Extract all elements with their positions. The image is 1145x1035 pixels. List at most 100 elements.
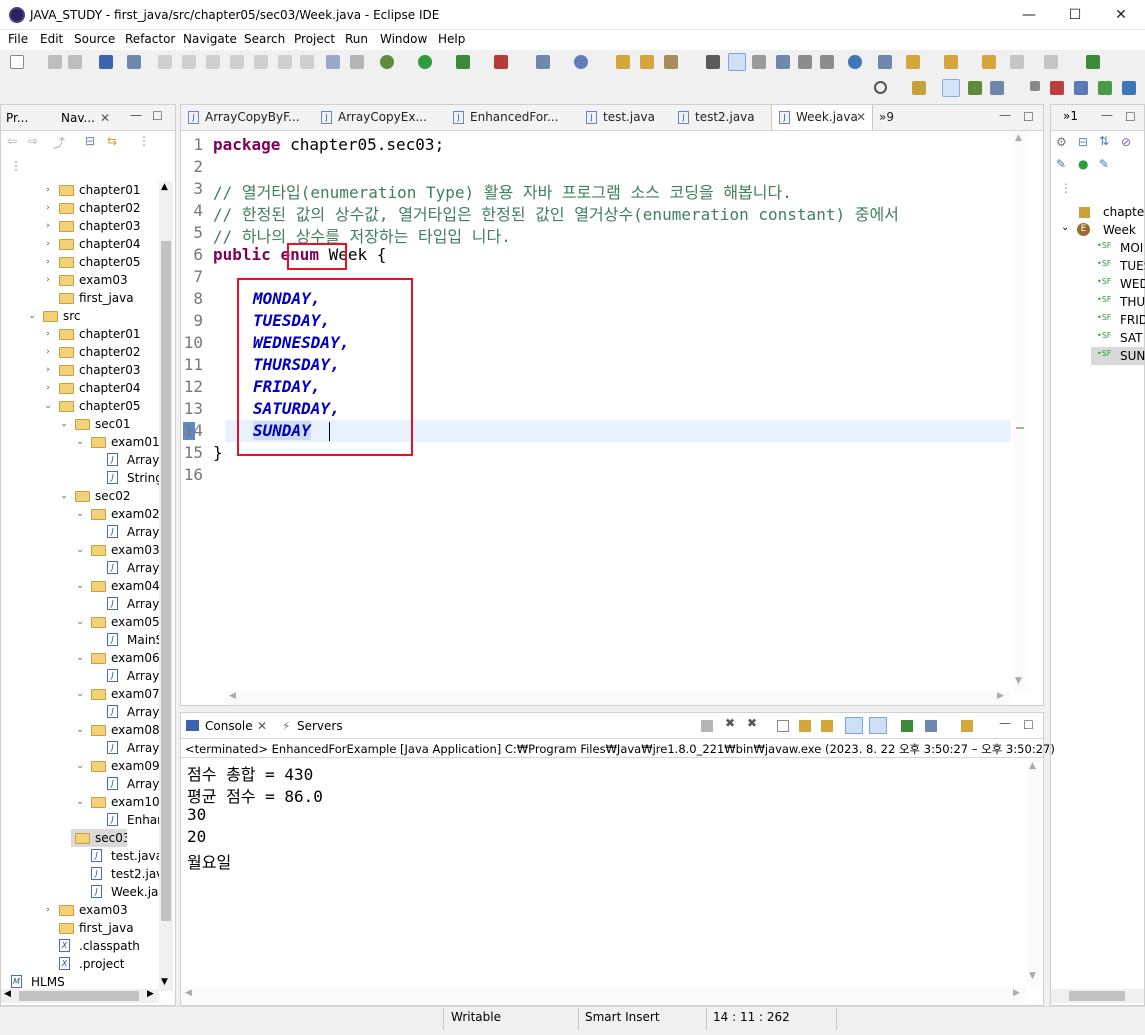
tree-item[interactable]: Jtest.java xyxy=(1,847,161,865)
tree-item[interactable]: ⌄ exam04 xyxy=(1,577,161,595)
menu-file[interactable]: File xyxy=(8,32,28,46)
expand-arrow-icon[interactable]: › xyxy=(43,181,53,199)
expand-arrow-icon[interactable]: › xyxy=(43,253,53,271)
step-return-icon[interactable] xyxy=(278,55,292,69)
pin-console-icon[interactable] xyxy=(901,720,913,732)
tree-item[interactable]: J ArrayC xyxy=(1,739,161,757)
outline-constant[interactable]: •SF MOI xyxy=(1051,239,1144,257)
outline-constant[interactable]: •SF THU xyxy=(1051,293,1145,311)
new-java-package-icon[interactable] xyxy=(574,55,588,69)
menu-refactor[interactable]: Refactor xyxy=(125,32,175,46)
save-icon[interactable] xyxy=(48,55,62,69)
outline-overflow-tab[interactable]: »1 xyxy=(1063,109,1078,123)
view-menu-icon[interactable] xyxy=(1050,81,1064,95)
view-menu-outline-icon[interactable]: ⋮ xyxy=(1060,181,1072,195)
debug-perspective-icon[interactable] xyxy=(968,81,982,95)
scroll-right-arrow-icon[interactable]: ▶ xyxy=(997,691,1004,701)
drop-frame-icon[interactable] xyxy=(300,55,314,69)
search-toolbar-icon[interactable] xyxy=(664,55,678,69)
tab-console[interactable]: Console xyxy=(205,719,253,733)
editor-tab[interactable]: Jtest.java xyxy=(579,105,671,129)
navigator-horizontal-scrollbar[interactable]: ◀ ▶ xyxy=(1,989,159,1003)
focus-icon[interactable]: ⚙ xyxy=(1056,135,1067,149)
debug-icon[interactable] xyxy=(380,55,394,69)
tree-item[interactable]: ⌄ src xyxy=(1,307,161,325)
maximize-console-icon[interactable]: ☐ xyxy=(1023,718,1034,732)
menu-project[interactable]: Project xyxy=(294,32,335,46)
toggle-mark-occurrences-icon[interactable] xyxy=(706,55,720,69)
tree-item[interactable]: X .project xyxy=(1,955,161,973)
table-icon[interactable] xyxy=(1122,81,1136,95)
open-console-icon[interactable] xyxy=(1086,55,1100,69)
close-icon[interactable]: ✕ xyxy=(856,105,866,129)
tree-item[interactable]: J ArrayC xyxy=(1,451,161,469)
hide-nonpublic-icon[interactable]: ● xyxy=(1078,157,1088,171)
show-stdout-icon[interactable] xyxy=(845,717,863,734)
tree-item[interactable]: ⌄ exam03 xyxy=(1,541,161,559)
word-wrap-icon[interactable] xyxy=(821,720,833,732)
expand-arrow-icon[interactable]: ⌄ xyxy=(59,415,69,433)
last-edit-icon[interactable] xyxy=(944,55,958,69)
new-java-project-icon[interactable] xyxy=(536,55,550,69)
expand-arrow-icon[interactable]: › xyxy=(43,901,53,919)
show-stderr-icon[interactable] xyxy=(869,717,887,734)
minimize-editor-icon[interactable]: — xyxy=(999,108,1011,122)
menu-edit[interactable]: Edit xyxy=(40,32,63,46)
outline-constant[interactable]: •SF TUES xyxy=(1051,257,1145,275)
display-console-icon[interactable] xyxy=(925,720,937,732)
remove-launch-icon[interactable]: ✖ xyxy=(725,716,735,730)
tree-item[interactable]: ⌄ sec01 xyxy=(1,415,161,433)
open-console-dropdown-icon[interactable] xyxy=(961,720,973,732)
tree-item[interactable]: ⌄ exam01 xyxy=(1,433,161,451)
minimize-outline-icon[interactable]: — xyxy=(1101,108,1113,122)
up-nav-icon[interactable]: ⤴ xyxy=(53,134,65,151)
scroll-down-arrow-icon[interactable]: ▼ xyxy=(1029,971,1036,981)
tree-item[interactable]: › chapter01 xyxy=(1,181,161,199)
expand-arrow-icon[interactable]: › xyxy=(43,343,53,361)
close-icon[interactable]: ✕ xyxy=(257,719,267,733)
skip-breakpoints-icon[interactable] xyxy=(127,55,141,69)
tree-item[interactable]: ⌄ exam07 xyxy=(1,685,161,703)
expand-arrow-icon[interactable]: ⌄ xyxy=(75,613,85,631)
scroll-down-arrow-icon[interactable]: ▼ xyxy=(1015,676,1022,686)
new-icon[interactable] xyxy=(10,55,24,69)
java-ee-perspective-icon[interactable] xyxy=(942,79,960,97)
next-annotation-icon[interactable] xyxy=(878,55,892,69)
expand-arrow-icon[interactable]: ⌄ xyxy=(75,649,85,667)
open-perspective-icon[interactable] xyxy=(912,81,926,95)
toggle-word-wrap-icon[interactable] xyxy=(798,55,812,69)
sort-icon[interactable]: ⇅ xyxy=(1099,134,1109,148)
tree-item[interactable]: J Week.java xyxy=(1,883,161,901)
coverage-icon[interactable] xyxy=(456,55,470,69)
tree-item[interactable]: ⌄ exam02 xyxy=(1,505,161,523)
expand-arrow-icon[interactable]: › xyxy=(43,217,53,235)
scroll-left-arrow-icon[interactable]: ◀ xyxy=(229,691,236,701)
expand-arrow-icon[interactable]: ⌄ xyxy=(75,685,85,703)
tree-item[interactable]: J ArrayI xyxy=(1,667,161,685)
menu-run[interactable]: Run xyxy=(345,32,368,46)
close-icon[interactable]: ✕ xyxy=(100,111,110,125)
editor-tab[interactable]: »9 xyxy=(873,105,913,129)
expand-arrow-icon[interactable]: › xyxy=(43,379,53,397)
menu-help[interactable]: Help xyxy=(438,32,465,46)
expand-arrow-icon[interactable]: ⌄ xyxy=(75,541,85,559)
java-perspective-icon[interactable] xyxy=(990,81,1004,95)
tree-item[interactable]: ⌄ sec02 xyxy=(1,487,161,505)
resume-icon[interactable] xyxy=(158,55,172,69)
expand-arrow-icon[interactable]: ⌄ xyxy=(75,721,85,739)
outline-h-scrollbar[interactable] xyxy=(1051,989,1144,1003)
tree-item[interactable]: J Enhan xyxy=(1,811,161,829)
console-vertical-scrollbar[interactable]: ▲ ▼ xyxy=(1027,759,1041,985)
hide-fields-icon[interactable]: ⊘ xyxy=(1121,135,1131,149)
restore-icon[interactable] xyxy=(1030,81,1040,91)
tree-item[interactable]: ⌄ exam05 xyxy=(1,613,161,631)
menu-search[interactable]: Search xyxy=(244,32,285,46)
tree-item[interactable]: › chapter05 xyxy=(1,253,161,271)
outline-enum[interactable]: ⌄ E Week xyxy=(1051,221,1144,239)
tree-item[interactable]: J String xyxy=(1,469,161,487)
tree-item[interactable]: › chapter02 xyxy=(1,199,161,217)
link-with-editor-icon[interactable]: ⇆ xyxy=(107,134,117,148)
toggle-format-icon[interactable] xyxy=(350,55,364,69)
step-over-icon[interactable] xyxy=(254,55,268,69)
minimize-view-icon[interactable]: — xyxy=(130,108,142,122)
